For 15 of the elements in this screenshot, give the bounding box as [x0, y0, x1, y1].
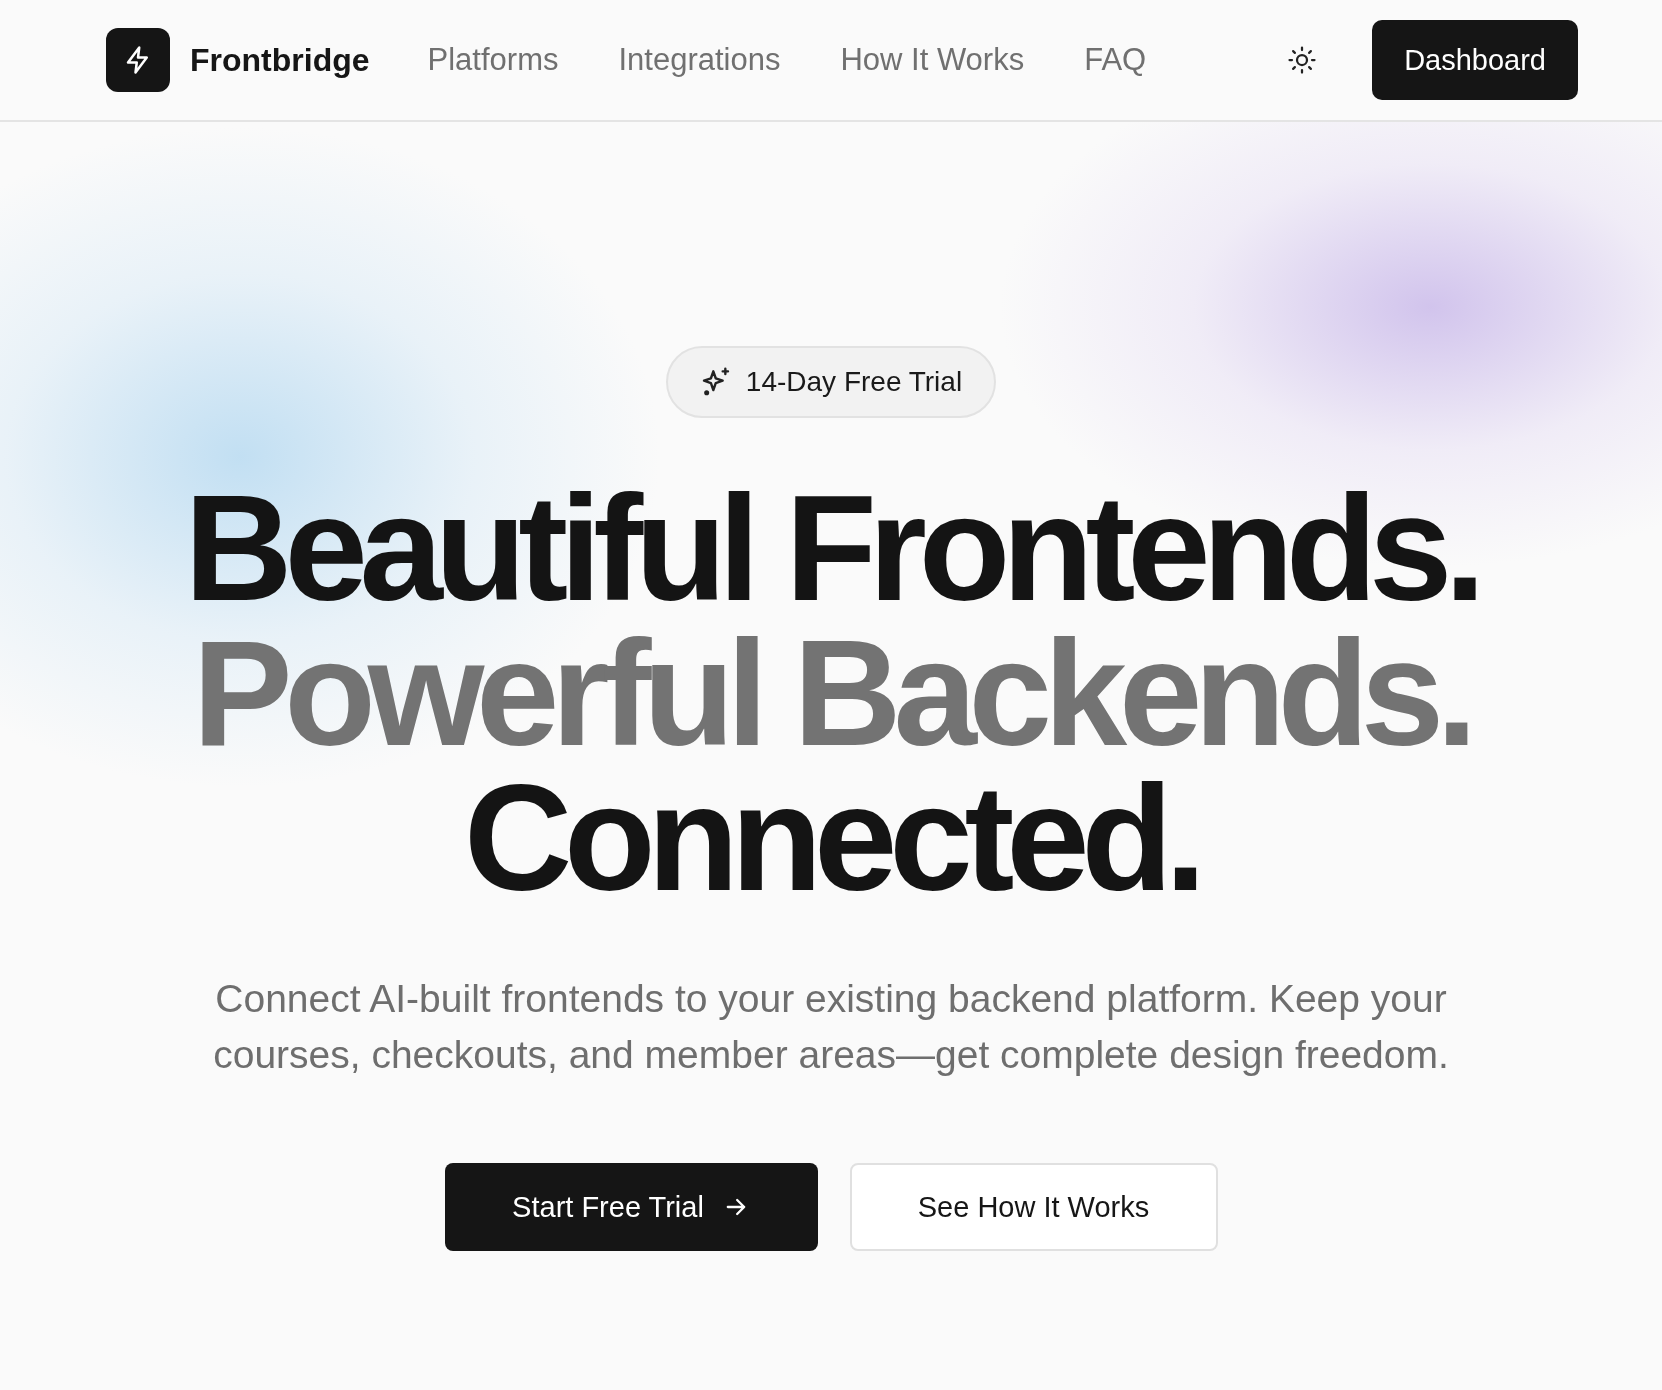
headline-line: Powerful Backends.	[192, 621, 1470, 766]
dashboard-button[interactable]: Dashboard	[1372, 20, 1578, 100]
badge-text: 14-Day Free Trial	[745, 366, 963, 398]
nav-link[interactable]: How It Works	[840, 42, 1025, 78]
headline-line: Connected.	[463, 766, 1199, 911]
brand-name[interactable]: Frontbridge	[190, 41, 370, 79]
how-it-works-button[interactable]: See How It Works	[849, 1163, 1218, 1251]
nav-link[interactable]: Integrations	[618, 42, 781, 78]
nav-link[interactable]: FAQ	[1084, 42, 1147, 78]
lightning-logo-icon[interactable]	[106, 28, 170, 92]
start-trial-button[interactable]: Start Free Trial	[444, 1163, 818, 1251]
sun-icon[interactable]	[1287, 45, 1318, 75]
nav-link[interactable]: Platforms	[427, 42, 559, 78]
hero-subtitle: Connect AI-built frontends to your existing backend platform. Keep your courses, checkouts, and member areas—get complete design freedom.	[212, 976, 1450, 1078]
headline-line: Beautiful Frontends.	[184, 476, 1478, 621]
